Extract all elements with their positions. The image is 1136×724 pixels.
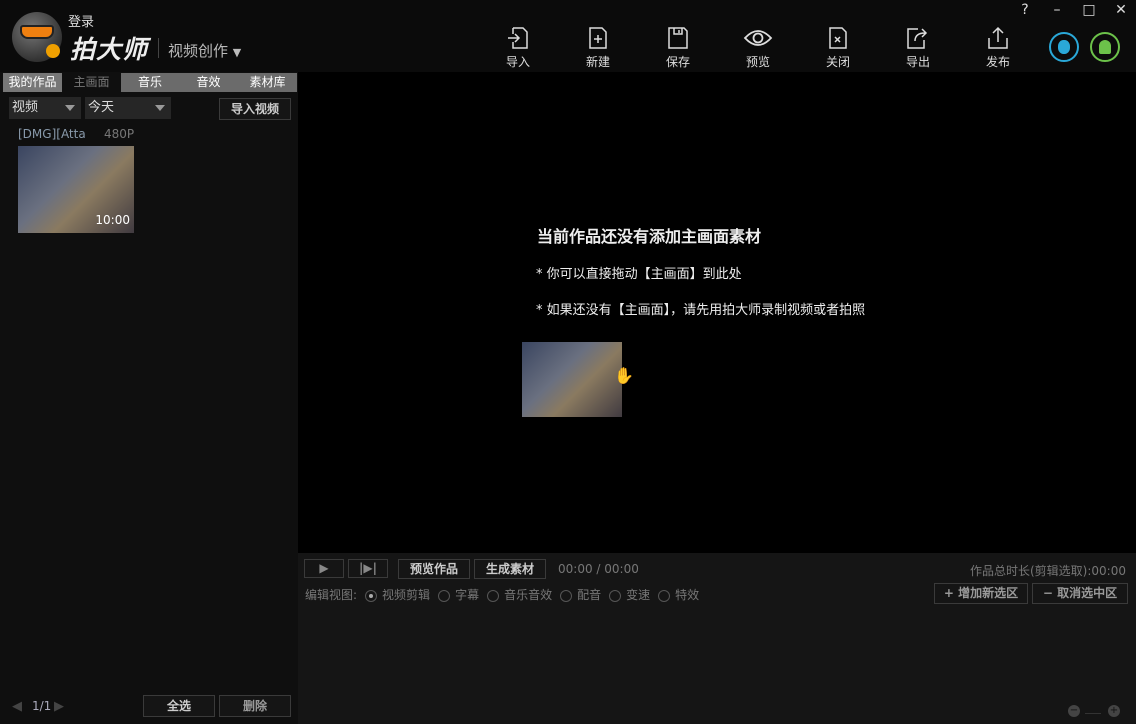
preview-button[interactable]: 预览: [728, 26, 788, 70]
app-logo: [12, 12, 62, 62]
new-icon: [587, 26, 609, 50]
delete-button[interactable]: 删除: [219, 695, 291, 717]
login-link[interactable]: 登录: [68, 11, 94, 30]
android-icon: [1099, 40, 1111, 54]
date-filter-dropdown[interactable]: 今天: [85, 97, 171, 119]
page-indicator: 1/1: [32, 699, 51, 713]
publish-label: 发布: [986, 55, 1010, 69]
view-label: 视频剪辑: [382, 588, 430, 602]
preview-work-button[interactable]: 预览作品: [398, 559, 470, 579]
dragged-thumbnail: [522, 342, 622, 417]
new-button[interactable]: 新建: [568, 26, 628, 70]
select-all-button[interactable]: 全选: [143, 695, 215, 717]
mode-label: 视频创作: [168, 42, 228, 60]
radio-music[interactable]: [487, 590, 499, 602]
media-thumbnail[interactable]: 10:00: [18, 146, 134, 233]
play-button[interactable]: ▶: [304, 559, 344, 578]
import-label: 导入: [506, 55, 530, 69]
step-forward-icon: |▶|: [359, 561, 377, 575]
tab-music[interactable]: 音乐: [121, 73, 179, 92]
brand-name: 拍大师: [70, 30, 148, 66]
edit-view-radios: 编辑视图: 视频剪辑 字幕 音乐音效 配音 变速 特效: [305, 586, 699, 603]
prev-page-icon[interactable]: ◀: [12, 699, 22, 714]
import-video-button[interactable]: 导入视频: [219, 98, 291, 120]
empty-heading: 当前作品还没有添加主画面素材: [537, 223, 761, 247]
radio-speed[interactable]: [609, 590, 621, 602]
play-icon: ▶: [319, 561, 328, 575]
view-label: 音乐音效: [504, 588, 552, 602]
close-window-button[interactable]: ✕: [1111, 2, 1131, 18]
tab-sound-effects[interactable]: 音效: [179, 73, 238, 92]
import-icon: [507, 26, 529, 50]
publish-icon: [986, 26, 1010, 50]
close-button[interactable]: 关闭: [808, 26, 868, 70]
add-region-label: 增加新选区: [958, 586, 1018, 600]
radio-effects[interactable]: [658, 590, 670, 602]
minus-icon: −: [1043, 586, 1057, 600]
view-label: 特效: [675, 588, 699, 602]
hint-drag: * 你可以直接拖动【主画面】到此处: [536, 263, 742, 282]
media-duration: 10:00: [95, 213, 130, 227]
view-label: 变速: [626, 588, 650, 602]
save-button[interactable]: 保存: [648, 26, 708, 70]
next-page-icon[interactable]: ▶: [54, 699, 64, 714]
zoom-scale-icon: [1085, 708, 1101, 714]
minimize-button[interactable]: –: [1047, 2, 1067, 18]
plus-icon: +: [944, 586, 958, 600]
tab-my-works[interactable]: 我的作品: [3, 73, 62, 92]
mode-dropdown[interactable]: 视频创作 ▼: [168, 40, 241, 61]
publish-button[interactable]: 发布: [968, 26, 1028, 70]
save-label: 保存: [666, 55, 690, 69]
media-title: [DMG][Atta: [18, 127, 86, 141]
apple-icon: [1058, 40, 1070, 54]
cancel-region-label: 取消选中区: [1057, 586, 1117, 600]
chevron-down-icon: ▼: [233, 46, 241, 59]
add-region-button[interactable]: + 增加新选区: [934, 583, 1028, 604]
eye-icon: [743, 26, 773, 50]
android-button[interactable]: [1090, 32, 1120, 62]
view-label: 配音: [577, 588, 601, 602]
hand-cursor-icon: ✋: [614, 366, 634, 385]
divider: [158, 38, 159, 58]
close-file-icon: [827, 26, 849, 50]
radio-dubbing[interactable]: [560, 590, 572, 602]
generate-material-button[interactable]: 生成素材: [474, 559, 546, 579]
radio-subtitle[interactable]: [438, 590, 450, 602]
new-label: 新建: [586, 55, 610, 69]
ios-button[interactable]: [1049, 32, 1079, 62]
export-button[interactable]: 导出: [888, 26, 948, 70]
cancel-region-button[interactable]: − 取消选中区: [1032, 583, 1128, 604]
total-duration: 作品总时长(剪辑选取):00:00: [970, 562, 1126, 579]
save-icon: [667, 26, 689, 50]
export-icon: [906, 26, 930, 50]
edit-view-label: 编辑视图:: [305, 588, 357, 602]
hint-record: * 如果还没有【主画面】，请先用拍大师录制视频或者拍照: [536, 299, 865, 318]
tab-main-scene[interactable]: 主画面: [62, 73, 121, 92]
help-button[interactable]: ?: [1015, 2, 1035, 18]
sidebar-tabs: 我的作品 主画面 音乐 音效 素材库: [3, 73, 297, 92]
time-display: 00:00 / 00:00: [558, 562, 639, 576]
export-label: 导出: [906, 55, 930, 69]
zoom-in-icon[interactable]: +: [1108, 705, 1120, 717]
zoom-out-icon[interactable]: −: [1068, 705, 1080, 717]
media-quality: 480P: [104, 127, 134, 141]
close-label: 关闭: [826, 55, 850, 69]
preview-label: 预览: [746, 55, 770, 69]
maximize-button[interactable]: □: [1079, 2, 1099, 18]
radio-video-edit[interactable]: [365, 590, 377, 602]
step-button[interactable]: |▶|: [348, 559, 388, 578]
import-button[interactable]: 导入: [488, 26, 548, 70]
tab-library[interactable]: 素材库: [238, 73, 297, 92]
type-filter-dropdown[interactable]: 视频: [9, 97, 81, 119]
view-label: 字幕: [455, 588, 479, 602]
